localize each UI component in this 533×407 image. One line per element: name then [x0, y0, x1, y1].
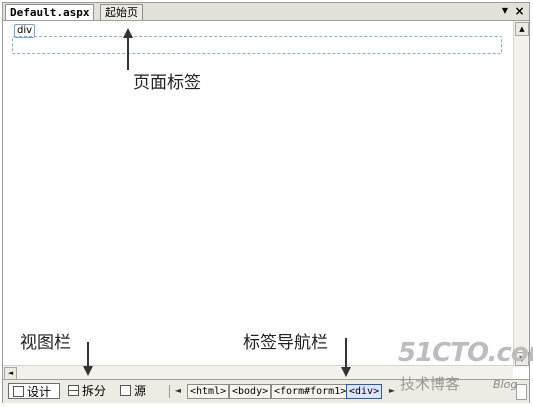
- annotation-arrow-shaft: [345, 338, 347, 369]
- vertical-scrollbar[interactable]: ▲ ▼: [513, 21, 529, 367]
- tab-start-page[interactable]: 起始页: [100, 4, 143, 20]
- tag-nav-right-icon[interactable]: ►: [387, 385, 397, 397]
- crumb-form[interactable]: <form#form1>: [271, 384, 350, 399]
- div-element-box[interactable]: [12, 36, 502, 54]
- annotation-tag-nav-bar: 标签导航栏: [243, 333, 328, 353]
- split-view-label: 拆分: [82, 384, 107, 398]
- source-view-label: 源: [134, 384, 147, 398]
- split-view-icon: [68, 385, 79, 396]
- annotation-arrow-shaft: [127, 37, 129, 70]
- resize-corner: [516, 384, 527, 400]
- crumb-div[interactable]: <div>: [346, 384, 383, 399]
- design-view-label: 设计: [27, 385, 52, 399]
- crumb-body[interactable]: <body>: [229, 384, 272, 399]
- annotation-view-bar: 视图栏: [20, 333, 71, 353]
- triangle-down-icon[interactable]: ▼: [499, 5, 511, 17]
- document-tab-strip: Default.aspx 起始页 ▼ ×: [3, 3, 529, 21]
- scroll-up-icon[interactable]: ▲: [515, 22, 529, 36]
- close-icon[interactable]: ×: [513, 4, 526, 18]
- annotation-arrow-shaft: [87, 342, 89, 368]
- tab-default-aspx[interactable]: Default.aspx: [5, 4, 95, 20]
- annotation-page-tabs: 页面标签: [133, 73, 201, 93]
- design-surface[interactable]: div: [3, 21, 513, 367]
- arrow-down-icon: [341, 367, 351, 377]
- separator: [169, 385, 170, 398]
- design-view-button[interactable]: 设计: [8, 383, 60, 399]
- watermark-logo: 51CTO.com: [398, 338, 533, 368]
- source-view-button[interactable]: 源: [116, 383, 150, 399]
- design-view-icon: [13, 386, 24, 397]
- split-view-button[interactable]: 拆分: [64, 383, 110, 399]
- arrow-down-icon: [83, 366, 93, 376]
- source-view-icon: [120, 385, 131, 396]
- tag-nav-left-icon[interactable]: ◄: [173, 385, 183, 397]
- watermark-blog: Blog: [493, 378, 518, 391]
- watermark-subtitle: 技术博客: [400, 375, 461, 393]
- crumb-html[interactable]: <html>: [187, 384, 230, 399]
